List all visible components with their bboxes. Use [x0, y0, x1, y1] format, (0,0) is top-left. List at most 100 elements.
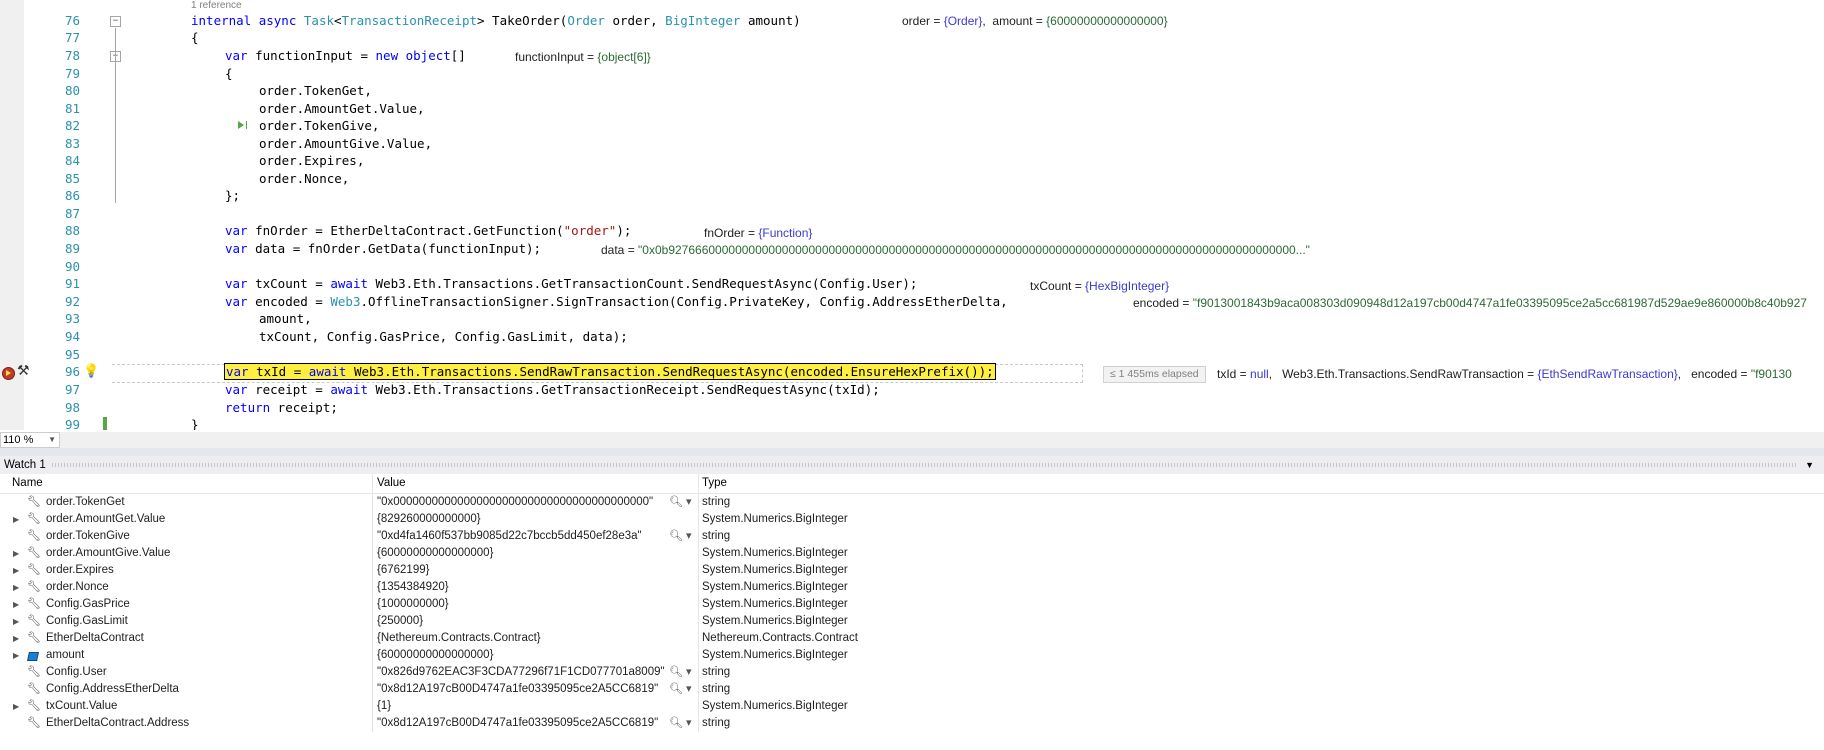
- line-number: 83: [64, 136, 80, 151]
- expand-arrow-icon[interactable]: ▶: [13, 511, 19, 528]
- watch-row[interactable]: ▶ 🔧︎ Config.GasLimit {250000} System.Numeric…: [0, 613, 1824, 630]
- code-line-83: order.AmountGive.Value,: [259, 136, 433, 151]
- column-header-name[interactable]: Name: [12, 474, 43, 493]
- line-number: 76: [64, 13, 80, 28]
- watch-value[interactable]: {Nethereum.Contracts.Contract}: [377, 630, 541, 647]
- lightbulb-icon[interactable]: 💡: [83, 364, 99, 379]
- expand-arrow-icon[interactable]: ▶: [13, 562, 19, 579]
- chevron-down-icon: ▼: [48, 435, 56, 444]
- reference-count[interactable]: 1 reference: [191, 0, 242, 11]
- watch-panel-title: Watch 1: [4, 459, 46, 471]
- watch-panel-header[interactable]: Watch 1 ▼: [0, 456, 1824, 474]
- line-number: 77: [64, 30, 80, 45]
- line-number: 84: [64, 153, 80, 168]
- line-number: 93: [64, 311, 80, 326]
- watch-value[interactable]: {60000000000000000}: [377, 647, 493, 664]
- watch-value[interactable]: {1000000000}: [377, 596, 449, 613]
- watch-value[interactable]: {829260000000000}: [377, 511, 481, 528]
- watch-value[interactable]: "0x8d12A197cB00D4747a1fe03395095ce2A5CC6…: [377, 715, 658, 732]
- expand-arrow-icon[interactable]: ▶: [13, 647, 19, 664]
- watch-row[interactable]: ▶ 🔧︎ order.Nonce {1354384920} System.Numeric…: [0, 579, 1824, 596]
- watch-value[interactable]: {1}: [377, 698, 391, 715]
- fold-toggle[interactable]: −: [110, 16, 121, 27]
- watch-row[interactable]: ▶ 🔧︎ EtherDeltaContract {Nethereum.Contract…: [0, 630, 1824, 647]
- column-header-type[interactable]: Type: [702, 474, 727, 493]
- watch-row[interactable]: ▶ 🔧︎ order.AmountGet.Value {829260000000000…: [0, 511, 1824, 528]
- expand-arrow-icon[interactable]: ▶: [13, 596, 19, 613]
- magnifier-icon[interactable]: 🔍︎ ▾: [669, 681, 692, 698]
- datatip-fnOrder[interactable]: fnOrder = {Function}: [704, 226, 812, 240]
- watch-row[interactable]: ▶ 🔧︎ order.AmountGive.Value {60000000000000…: [0, 545, 1824, 562]
- watch-type: string: [702, 496, 731, 508]
- expand-arrow-icon[interactable]: ▶: [13, 545, 19, 562]
- expand-arrow-icon[interactable]: ▶: [13, 613, 19, 630]
- watch-row[interactable]: ▶ 🔧︎ Config.GasPrice {1000000000} System.Num…: [0, 596, 1824, 613]
- chevron-down-icon[interactable]: ▼: [1805, 456, 1814, 474]
- code-editor[interactable]: ⚒ 1 reference 76 77 78 79 80 81 82 83 84 85 86 87 88…: [0, 0, 1824, 430]
- line-number: 98: [64, 400, 80, 415]
- code-line-98: return receipt;: [225, 400, 338, 415]
- watch-value[interactable]: {1354384920}: [377, 579, 449, 596]
- expand-arrow-icon[interactable]: ▶: [13, 630, 19, 647]
- watch-type: string: [702, 717, 731, 729]
- datatip-functionInput[interactable]: functionInput = {object[6]}: [515, 50, 651, 64]
- watch-type: System.Numerics.BigInteger: [702, 547, 848, 559]
- perftip-elapsed[interactable]: ≤ 1 455ms elapsed: [1103, 366, 1206, 383]
- expand-arrow-icon[interactable]: ▶: [13, 698, 19, 715]
- watch-row[interactable]: 🔧︎ order.TokenGet "0x000000000000000000000…: [0, 494, 1824, 511]
- line-number: 94: [64, 329, 80, 344]
- watch-value[interactable]: {6762199}: [377, 562, 429, 579]
- watch-type: System.Numerics.BigInteger: [702, 598, 848, 610]
- watch-name: EtherDeltaContract.Address: [46, 717, 190, 729]
- magnifier-icon[interactable]: 🔍︎ ▾: [669, 664, 692, 681]
- magnifier-icon[interactable]: 🔍︎ ▾: [669, 715, 692, 732]
- watch-value[interactable]: "0xd4fa1460f537bb9085d22c7bccb5dd450ef28…: [377, 528, 642, 545]
- run-to-click-icon[interactable]: [238, 121, 244, 129]
- code-line-92: var encoded = Web3.OfflineTransactionSig…: [225, 294, 1008, 309]
- watch-row[interactable]: 🔧︎ Config.AddressEtherDelta "0x8d12A197cB0…: [0, 681, 1824, 698]
- change-marker: [103, 417, 107, 430]
- watch-value[interactable]: "0x8d12A197cB00D4747a1fe03395095ce2A5CC6…: [377, 681, 658, 698]
- fold-guide: [115, 28, 116, 203]
- datatip-order-amount[interactable]: order = {Order}, amount = {6000000000000…: [902, 14, 1168, 28]
- watch-row[interactable]: ▶ 🔧︎ order.Expires {6762199} System.Numerics…: [0, 562, 1824, 579]
- watch-type: string: [702, 666, 731, 678]
- watch-value[interactable]: "0x0000000000000000000000000000000000000…: [377, 494, 653, 511]
- watch-panel: Watch 1 ▼ Name Value Type 🔧︎ order.TokenG…: [0, 448, 1824, 750]
- datatip-txCount[interactable]: txCount = {HexBigInteger}: [1030, 279, 1169, 293]
- expand-arrow-icon[interactable]: ▶: [13, 579, 19, 596]
- watch-column-headers: Name Value Type: [0, 474, 1824, 494]
- code-line-81: order.AmountGet.Value,: [259, 101, 425, 116]
- watch-row[interactable]: 🔧︎ EtherDeltaContract.Address "0x8d12A197c…: [0, 715, 1824, 732]
- watch-value[interactable]: "0x826d9762EAC3F3CDA77296f71F1CD077701a8…: [377, 664, 665, 681]
- watch-name: order.Nonce: [46, 581, 109, 593]
- watch-rows: 🔧︎ order.TokenGet "0x000000000000000000000…: [0, 494, 1824, 732]
- breakpoint-current-icon[interactable]: [2, 367, 15, 380]
- line-number: 79: [64, 66, 80, 81]
- watch-row[interactable]: 🔧︎ order.TokenGive "0xd4fa1460f537bb9085d2…: [0, 528, 1824, 545]
- line-number: 97: [64, 382, 80, 397]
- datatip-data[interactable]: data = "0x0b9276660000000000000000000000…: [601, 243, 1310, 257]
- watch-type: System.Numerics.BigInteger: [702, 513, 848, 525]
- watch-row[interactable]: ▶ amount {60000000000000000} System.Numeric…: [0, 647, 1824, 664]
- watch-value[interactable]: {60000000000000000}: [377, 545, 493, 562]
- watch-type: System.Numerics.BigInteger: [702, 700, 848, 712]
- watch-value[interactable]: {250000}: [377, 613, 423, 630]
- horizontal-scrollbar[interactable]: [60, 432, 1824, 448]
- drag-grip[interactable]: [52, 463, 1796, 467]
- code-line-93: amount,: [259, 311, 312, 326]
- magnifier-icon[interactable]: 🔍︎ ▾: [669, 494, 692, 511]
- hammer-icon[interactable]: ⚒: [17, 363, 30, 379]
- watch-name: order.TokenGive: [46, 530, 130, 542]
- code-line-91: var txCount = await Web3.Eth.Transaction…: [225, 276, 918, 291]
- datatip-encoded[interactable]: encoded = "f9013001843b9aca008303d090948…: [1133, 296, 1824, 310]
- watch-row[interactable]: ▶ 🔧︎ txCount.Value {1} System.Numerics.BigIn…: [0, 698, 1824, 715]
- wrench-icon: 🔧︎: [27, 632, 41, 644]
- watch-row[interactable]: 🔧︎ Config.User "0x826d9762EAC3F3CDA77296f7…: [0, 664, 1824, 681]
- wrench-icon: 🔧︎: [27, 581, 41, 593]
- magnifier-icon[interactable]: 🔍︎ ▾: [669, 528, 692, 545]
- watch-type: Nethereum.Contracts.Contract: [702, 632, 858, 644]
- datatip-txid[interactable]: txId = null, Web3.Eth.Transactions.SendR…: [1217, 367, 1824, 381]
- column-header-value[interactable]: Value: [377, 474, 406, 493]
- zoom-dropdown[interactable]: 110 % ▼: [0, 432, 60, 448]
